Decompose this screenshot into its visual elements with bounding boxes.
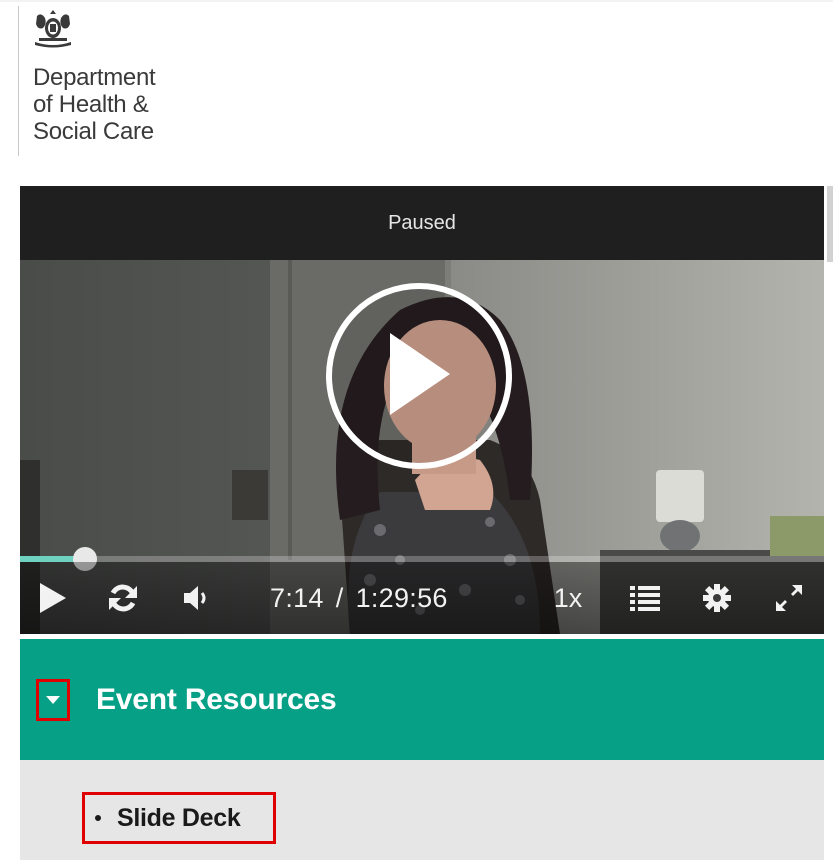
accordion-title: Event Resources — [96, 682, 337, 716]
caret-down-icon — [46, 696, 60, 704]
resource-link-slide-deck[interactable]: Slide Deck — [82, 792, 276, 844]
play-button[interactable] — [30, 562, 76, 634]
fullscreen-button[interactable] — [766, 562, 812, 634]
settings-button[interactable] — [694, 562, 740, 634]
play-icon — [390, 333, 450, 415]
dhsc-logo: Department of Health & Social Care — [18, 6, 219, 156]
duration: 1:29:56 — [355, 582, 448, 613]
volume-button[interactable] — [172, 562, 218, 634]
current-time: 7:14 — [270, 582, 324, 613]
bullet-icon — [95, 815, 101, 821]
gear-icon — [703, 584, 731, 612]
time-separator: / — [335, 582, 344, 613]
player-status: Paused — [388, 211, 456, 234]
playback-rate-label: 1x — [553, 582, 583, 613]
control-bar: 7:14 / 1:29:56 1x — [20, 562, 824, 634]
scrollbar[interactable] — [827, 186, 833, 262]
logo-line-1: Department — [33, 64, 156, 91]
replay-button[interactable] — [100, 562, 146, 634]
logo-wordmark: Department of Health & Social Care — [33, 64, 156, 145]
chapters-button[interactable] — [622, 562, 668, 634]
top-border — [0, 0, 833, 2]
logo-line-2: of Health & — [33, 91, 149, 118]
refresh-icon — [109, 584, 137, 612]
video-player[interactable]: Paused 7:14 / 1:29:56 1x — [20, 186, 824, 634]
logo-line-3: Social Care — [33, 118, 154, 145]
big-play-button[interactable] — [326, 283, 512, 469]
player-status-bar: Paused — [20, 186, 824, 260]
list-icon — [630, 586, 660, 611]
royal-crest-icon — [35, 10, 71, 48]
playback-rate-button[interactable]: 1x — [545, 562, 591, 634]
time-display: 7:14 / 1:29:56 — [270, 562, 448, 634]
volume-icon — [184, 586, 206, 610]
resources-panel: Slide Deck — [20, 760, 824, 860]
event-resources-accordion[interactable]: Event Resources — [20, 639, 824, 760]
play-icon — [40, 583, 66, 613]
accordion-toggle[interactable] — [36, 679, 70, 721]
resource-label: Slide Deck — [117, 803, 241, 832]
fullscreen-icon — [776, 585, 802, 611]
